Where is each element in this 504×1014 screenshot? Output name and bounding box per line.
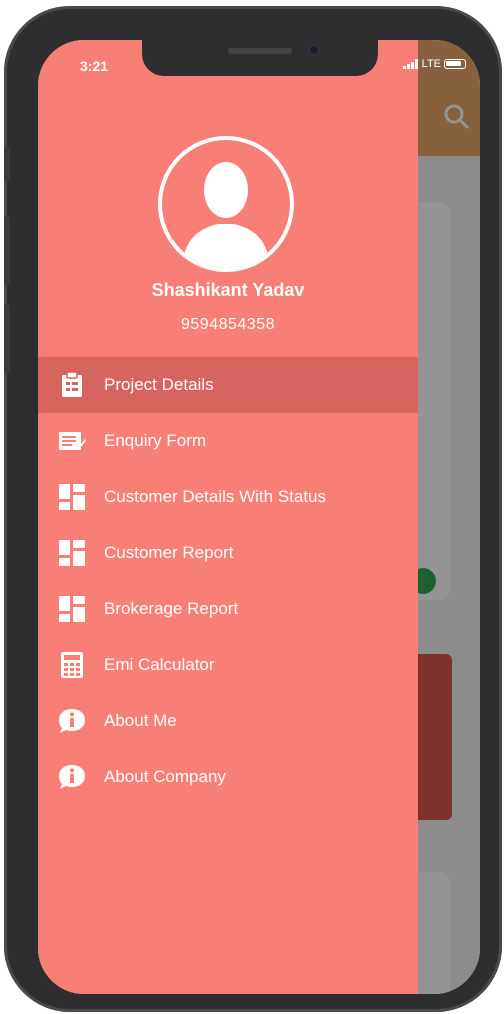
menu-item-project-details[interactable]: Project Details	[38, 357, 418, 413]
menu-item-label: Enquiry Form	[104, 431, 207, 450]
phone-frame: Shashikant Yadav 9594854358 Project Deta…	[4, 6, 502, 1012]
network-label: LTE	[421, 58, 441, 70]
dashboard-icon	[57, 538, 87, 568]
volume-up-button	[4, 216, 10, 286]
drawer-menu: Project Details Enquiry Form Customer De…	[38, 357, 418, 805]
form-icon	[57, 426, 87, 456]
menu-item-label: Customer Details With Status	[104, 487, 327, 506]
mute-switch	[4, 146, 10, 182]
dashboard-icon	[57, 594, 87, 624]
user-name: Shashikant Yadav	[151, 280, 305, 300]
menu-item-label: Emi Calculator	[104, 655, 215, 674]
signal-icon	[402, 59, 418, 69]
menu-item-emi-calculator[interactable]: Emi Calculator	[38, 637, 418, 693]
menu-item-customer-report[interactable]: Customer Report	[38, 525, 418, 581]
menu-item-about-me[interactable]: About Me	[38, 693, 418, 749]
menu-item-enquiry-form[interactable]: Enquiry Form	[38, 413, 418, 469]
menu-item-about-company[interactable]: About Company	[38, 749, 418, 805]
volume-down-button	[4, 304, 10, 374]
status-time: 3:21	[80, 58, 109, 74]
menu-item-label: Brokerage Report	[104, 599, 239, 618]
menu-item-label: Customer Report	[104, 543, 234, 562]
info-icon	[57, 706, 87, 736]
screen: Shashikant Yadav 9594854358 Project Deta…	[38, 40, 480, 994]
avatar	[158, 136, 294, 272]
speaker	[228, 48, 292, 54]
menu-item-label: About Company	[104, 767, 226, 786]
menu-item-brokerage-report[interactable]: Brokerage Report	[38, 581, 418, 637]
battery-icon	[444, 59, 466, 69]
clipboard-icon	[57, 370, 87, 400]
front-camera	[308, 44, 320, 56]
user-silhouette-icon	[182, 162, 270, 268]
user-phone: 9594854358	[181, 316, 275, 333]
navigation-drawer: Shashikant Yadav 9594854358 Project Deta…	[38, 40, 418, 994]
menu-item-label: About Me	[104, 711, 177, 730]
status-indicators: LTE	[402, 58, 466, 70]
menu-item-customer-details-with-status[interactable]: Customer Details With Status	[38, 469, 418, 525]
notch	[142, 40, 378, 76]
calculator-icon	[57, 650, 87, 680]
info-icon	[57, 762, 87, 792]
menu-item-label: Project Details	[104, 375, 214, 394]
dashboard-icon	[57, 482, 87, 512]
